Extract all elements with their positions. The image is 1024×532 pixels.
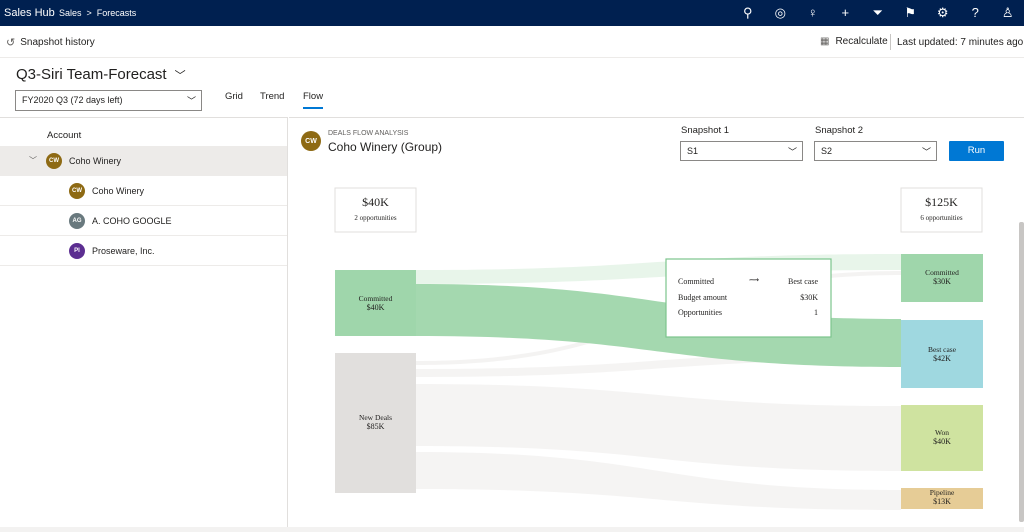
avatar: CW <box>301 131 321 151</box>
settings-icon[interactable]: ⚙ <box>927 0 960 26</box>
assistant-icon[interactable]: ⚑ <box>894 0 927 26</box>
recalculate-label: Recalculate <box>835 36 888 47</box>
panel-subtitle: DEALS FLOW ANALYSIS <box>328 130 409 137</box>
lightbulb-icon[interactable]: ♀ <box>797 0 830 26</box>
command-bar: ↺ Snapshot history ▦ Recalculate Last up… <box>0 26 1024 58</box>
left-total-count: 2 opportunities <box>354 214 396 222</box>
node-right-committed-name: Committed <box>925 268 959 277</box>
run-button[interactable]: Run <box>949 141 1004 161</box>
tab-grid[interactable]: Grid <box>225 91 243 102</box>
chevron-down-icon[interactable]: ﹀ <box>29 155 43 166</box>
right-total-amount: $125K <box>925 195 958 209</box>
tree-row[interactable]: PI Proseware, Inc. <box>0 236 287 266</box>
snapshot-history-label: Snapshot history <box>20 37 95 48</box>
node-right-won-name: Won <box>935 428 949 437</box>
period-select[interactable]: FY2020 Q3 (72 days left) ﹀ <box>15 90 202 111</box>
target-icon[interactable]: ◎ <box>764 0 797 26</box>
node-right-committed-amount: $30K <box>933 277 951 286</box>
left-total-amount: $40K <box>362 195 389 209</box>
account-name: Coho Winery <box>69 155 122 166</box>
account-tree: Account ﹀ CW Coho Winery CW Coho Winery … <box>0 117 288 532</box>
history-icon: ↺ <box>6 37 16 49</box>
divider <box>890 34 891 50</box>
breadcrumb-separator: > <box>86 8 92 18</box>
account-name: A. COHO GOOGLE <box>92 215 172 226</box>
help-icon[interactable]: ? <box>959 0 992 26</box>
snapshot2-value: S2 <box>821 146 833 156</box>
calculator-icon: ▦ <box>820 36 830 47</box>
tooltip-from: Committed <box>678 277 714 286</box>
node-left-newdeals-amount: $85K <box>367 422 385 431</box>
tooltip-opps-value: 1 <box>814 308 818 317</box>
tooltip-to: Best case <box>788 277 818 286</box>
node-right-bestcase-name: Best case <box>928 345 957 354</box>
snapshot2-label: Snapshot 2 <box>815 125 864 136</box>
filter-icon[interactable]: ⏷ <box>862 0 895 26</box>
breadcrumb-forecasts[interactable]: Forecasts <box>97 8 137 18</box>
flow-tooltip: Committed ⟿ Best case Budget amount $30K… <box>665 258 832 338</box>
tab-trend[interactable]: Trend <box>260 91 284 102</box>
avatar: CW <box>69 182 85 199</box>
snapshot-history-button[interactable]: ↺ Snapshot history <box>6 36 95 49</box>
last-updated-text: Last updated: 7 minutes ago <box>897 37 1024 48</box>
node-left-newdeals-name: New Deals <box>359 413 392 422</box>
tooltip-budget-value: $30K <box>800 293 818 302</box>
tab-flow[interactable]: Flow <box>303 91 324 109</box>
tree-row[interactable]: CW Coho Winery <box>0 176 287 206</box>
avatar: CW <box>46 152 62 169</box>
user-icon[interactable]: ♙ <box>992 0 1024 26</box>
breadcrumb-sales[interactable]: Sales <box>59 8 82 18</box>
avatar: PI <box>69 242 85 259</box>
account-column-header: Account <box>47 130 82 141</box>
app-name[interactable]: Sales Hub <box>0 7 55 19</box>
search-icon[interactable]: ⚲ <box>732 0 765 26</box>
account-name: Proseware, Inc. <box>92 245 155 256</box>
period-value: FY2020 Q3 (72 days left) <box>22 95 123 105</box>
node-right-pipeline-name: Pipeline <box>930 488 955 497</box>
forecast-title[interactable]: Q3-Siri Team-Forecast ﹀ <box>16 66 186 83</box>
chevron-down-icon: ﹀ <box>921 147 931 157</box>
right-total-count: 6 opportunities <box>920 214 962 222</box>
bottom-strip <box>0 527 1024 532</box>
arrow-icon: ⟿ <box>749 276 759 284</box>
snapshot1-select[interactable]: S1 ﹀ <box>680 141 803 161</box>
flow-panel: CW DEALS FLOW ANALYSIS Coho Winery (Grou… <box>289 117 1024 532</box>
chevron-down-icon: ﹀ <box>787 147 797 157</box>
page-title: Q3-Siri Team-Forecast <box>16 66 167 83</box>
node-right-bestcase-amount: $42K <box>933 354 951 363</box>
scrollbar[interactable] <box>1019 222 1024 522</box>
chevron-down-icon[interactable]: ﹀ <box>175 67 186 83</box>
plus-icon[interactable]: + <box>829 0 862 26</box>
deals-flow-sankey: $40K 2 opportunities $125K 6 opportuniti… <box>334 187 983 510</box>
breadcrumb: Sales > Forecasts <box>59 8 136 18</box>
top-nav-bar: Sales Hub Sales > Forecasts ⚲ ◎ ♀ + ⏷ ⚑ … <box>0 0 1024 26</box>
node-left-committed-amount: $40K <box>367 303 385 312</box>
avatar: AG <box>69 212 85 229</box>
chevron-down-icon: ﹀ <box>186 96 196 106</box>
tooltip-opps-label: Opportunities <box>678 308 722 317</box>
tooltip-budget-label: Budget amount <box>678 293 728 302</box>
tree-row-parent[interactable]: ﹀ CW Coho Winery <box>0 146 287 176</box>
panel-group-title: Coho Winery (Group) <box>328 140 443 154</box>
tree-row[interactable]: AG A. COHO GOOGLE <box>0 206 287 236</box>
account-name: Coho Winery <box>92 185 145 196</box>
snapshot1-value: S1 <box>687 146 699 156</box>
snapshot2-select[interactable]: S2 ﹀ <box>814 141 937 161</box>
recalculate-button[interactable]: ▦ Recalculate <box>820 36 888 47</box>
node-right-won-amount: $40K <box>933 437 951 446</box>
node-left-committed-name: Committed <box>359 294 393 303</box>
snapshot1-label: Snapshot 1 <box>681 125 730 136</box>
node-right-pipeline-amount: $13K <box>933 497 951 506</box>
